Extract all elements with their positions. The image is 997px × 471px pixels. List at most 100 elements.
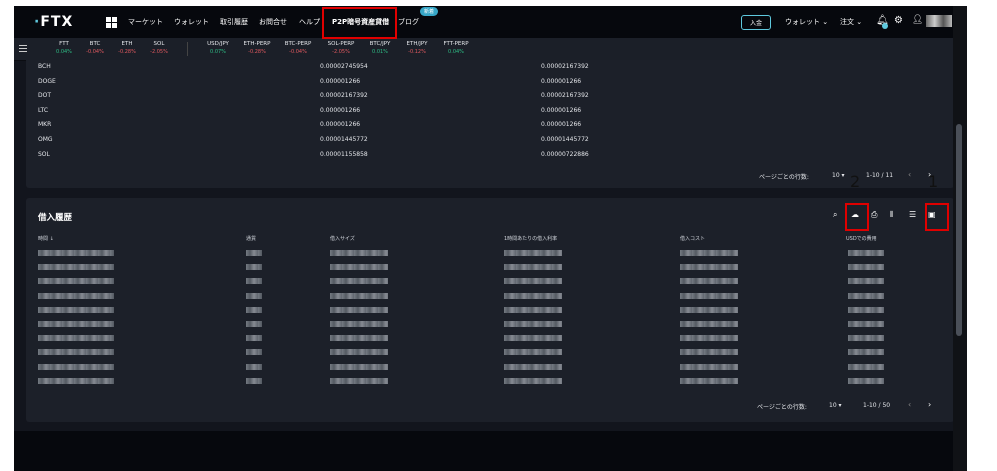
highlight-p2p	[322, 7, 397, 39]
ticker-item[interactable]: ETH -0.28%	[109, 41, 145, 55]
nav-wallet[interactable]: ウォレット	[174, 17, 209, 27]
redacted-cell	[330, 349, 388, 356]
ticker-item[interactable]: USD/JPY 0.07%	[200, 41, 236, 55]
redacted-cell	[38, 292, 114, 299]
column-header-cost[interactable]: 借入コスト	[680, 235, 705, 242]
redacted-cell	[38, 377, 114, 384]
filter-icon[interactable]: ☰	[909, 210, 916, 219]
rate-cell: 0.000001266	[320, 121, 361, 128]
redacted-cell	[246, 349, 262, 356]
column-header-size[interactable]: 借入サイズ	[330, 235, 355, 242]
redacted-cell	[848, 349, 884, 356]
redacted-cell	[848, 250, 884, 256]
apps-grid-icon[interactable]	[106, 17, 117, 28]
prev-page-icon[interactable]: ‹	[908, 400, 911, 409]
redacted-cell	[848, 377, 884, 384]
redacted-cell	[680, 264, 738, 271]
highlight-download	[845, 203, 869, 231]
nav-contact[interactable]: お問合せ	[259, 17, 287, 27]
redacted-cell	[246, 264, 262, 271]
columns-icon[interactable]: ⫴	[890, 210, 893, 220]
rate-cell: 0.000001266	[541, 78, 582, 85]
redacted-cell	[38, 278, 114, 285]
scrollbar[interactable]	[953, 6, 967, 471]
ticker-item[interactable]: ETH/JPY -0.12%	[399, 41, 435, 55]
annotation-two: 2	[850, 172, 861, 191]
redacted-cell	[504, 278, 562, 285]
annotation-one: 1	[928, 172, 939, 191]
coin-cell: DOT	[38, 92, 52, 99]
redacted-cell	[848, 292, 884, 299]
redacted-cell	[246, 321, 262, 327]
redacted-cell	[504, 264, 562, 271]
rows-per-page-label: ページごとの行数:	[759, 174, 809, 181]
rate-cell: 0.00002167392	[541, 92, 589, 99]
redacted-cell	[680, 292, 738, 299]
column-header-time[interactable]: 時間 ↓	[38, 235, 54, 242]
ticker-item[interactable]: BTC/JPY 0.01%	[362, 41, 398, 55]
ticker-item[interactable]: FTT-PERP 0.04%	[438, 41, 474, 55]
nav-blog[interactable]: ブログ	[398, 17, 419, 27]
redacted-cell	[246, 363, 262, 370]
redacted-cell	[330, 306, 388, 313]
rate-cell: 0.00002167392	[320, 92, 368, 99]
rows-per-page-select[interactable]: 10 ▾	[832, 172, 845, 179]
redacted-cell	[680, 321, 738, 327]
borrow-history-title: 借入履歴	[38, 213, 73, 223]
ticker-item[interactable]: SOL-PERP -2.05%	[323, 41, 359, 55]
print-icon[interactable]: ⎙	[871, 210, 877, 220]
ticker-item[interactable]: BTC-PERP -0.04%	[280, 41, 316, 55]
redacted-cell	[504, 377, 562, 384]
deposit-button[interactable]: 入金	[741, 15, 771, 30]
new-badge: 新着	[420, 7, 439, 16]
redacted-cell	[38, 306, 114, 313]
column-header-currency[interactable]: 通貨	[246, 235, 256, 242]
rate-cell: 0.000001266	[320, 107, 361, 114]
redacted-cell	[246, 335, 262, 342]
redacted-cell	[680, 377, 738, 384]
footer	[14, 431, 967, 471]
ticker-item[interactable]: SOL -2.05%	[141, 41, 177, 55]
top-navigation: ·FTX マーケット ウォレット 取引履歴 お問合せ ヘルプ P2P暗号資産貸借…	[14, 6, 967, 38]
rows-per-page-select[interactable]: 10 ▾	[829, 402, 842, 409]
redacted-cell	[848, 363, 884, 370]
rate-cell: 0.00000722886	[541, 151, 589, 158]
redacted-cell	[38, 321, 114, 327]
redacted-cell	[330, 335, 388, 342]
borrow-history-card	[26, 198, 954, 422]
app-window: ·FTX マーケット ウォレット 取引履歴 お問合せ ヘルプ P2P暗号資産貸借…	[14, 6, 967, 471]
ticker-bar: FTT 0.04% BTC -0.04% ETH -0.28% SOL -2.05% U…	[14, 38, 967, 61]
menu-icon[interactable]	[19, 45, 27, 54]
user-icon[interactable]: 👤︎	[912, 15, 923, 25]
redacted-cell	[246, 377, 262, 384]
redacted-cell	[38, 250, 114, 256]
prev-page-icon[interactable]: ‹	[908, 170, 911, 179]
next-page-icon[interactable]: ›	[928, 400, 931, 409]
search-icon[interactable]: ⌕	[833, 210, 837, 220]
column-header-hourly-rate[interactable]: 1時間あたりの借入利率	[504, 235, 557, 242]
coin-cell: MKR	[38, 121, 52, 128]
redacted-cell	[504, 363, 562, 370]
scrollbar-thumb[interactable]	[956, 124, 962, 336]
ticker-item[interactable]: BTC -0.04%	[77, 41, 113, 55]
nav-help[interactable]: ヘルプ	[299, 17, 320, 27]
nav-trade-history[interactable]: 取引履歴	[220, 17, 248, 27]
redacted-cell	[38, 264, 114, 271]
rate-cell: 0.000001266	[541, 121, 582, 128]
ftx-logo[interactable]: ·FTX	[34, 14, 73, 30]
nav-markets[interactable]: マーケット	[128, 17, 163, 27]
page-range: 1-10 / 11	[866, 172, 894, 179]
wallet-dropdown[interactable]: ウォレット ⌄	[785, 17, 828, 27]
redacted-cell	[504, 306, 562, 313]
redacted-cell	[504, 321, 562, 327]
notification-dot	[882, 23, 888, 29]
orders-dropdown[interactable]: 注文 ⌄	[840, 17, 862, 27]
redacted-cell	[504, 250, 562, 256]
column-header-usd-cost[interactable]: USDでの費用	[846, 235, 877, 242]
highlight-calendar	[925, 203, 949, 231]
gear-icon[interactable]: ⚙	[894, 15, 903, 26]
redacted-cell	[246, 278, 262, 285]
rate-cell: 0.00002167392	[541, 63, 589, 70]
ticker-item[interactable]: ETH-PERP -0.28%	[239, 41, 275, 55]
rate-cell: 0.000001266	[541, 107, 582, 114]
